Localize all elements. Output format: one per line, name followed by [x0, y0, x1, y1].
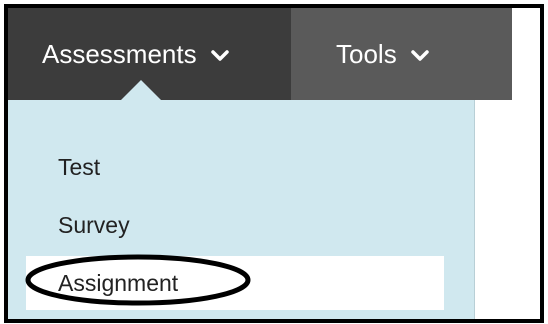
top-menu-bar: Assessments Tools [8, 8, 512, 100]
assessments-dropdown-menu: Test Survey Assignment [8, 100, 475, 319]
tab-assessments-label: Assessments [42, 38, 197, 69]
menu-item-test-label: Test [58, 153, 101, 180]
dropdown-pointer [121, 80, 161, 100]
menu-item-assignment[interactable]: Assignment [26, 256, 444, 310]
tab-tools-label: Tools [336, 38, 397, 69]
menu-item-assignment-label: Assignment [58, 269, 179, 296]
chevron-down-icon [410, 50, 429, 62]
tab-tools[interactable]: Tools [291, 8, 512, 100]
menu-item-survey-label: Survey [58, 211, 130, 238]
chevron-down-icon [210, 50, 229, 62]
menu-item-test[interactable]: Test [26, 140, 444, 194]
menu-item-survey[interactable]: Survey [26, 198, 444, 252]
content-area [512, 8, 540, 319]
screenshot-frame: Assessments Tools Test Survey Assignment [4, 4, 544, 323]
